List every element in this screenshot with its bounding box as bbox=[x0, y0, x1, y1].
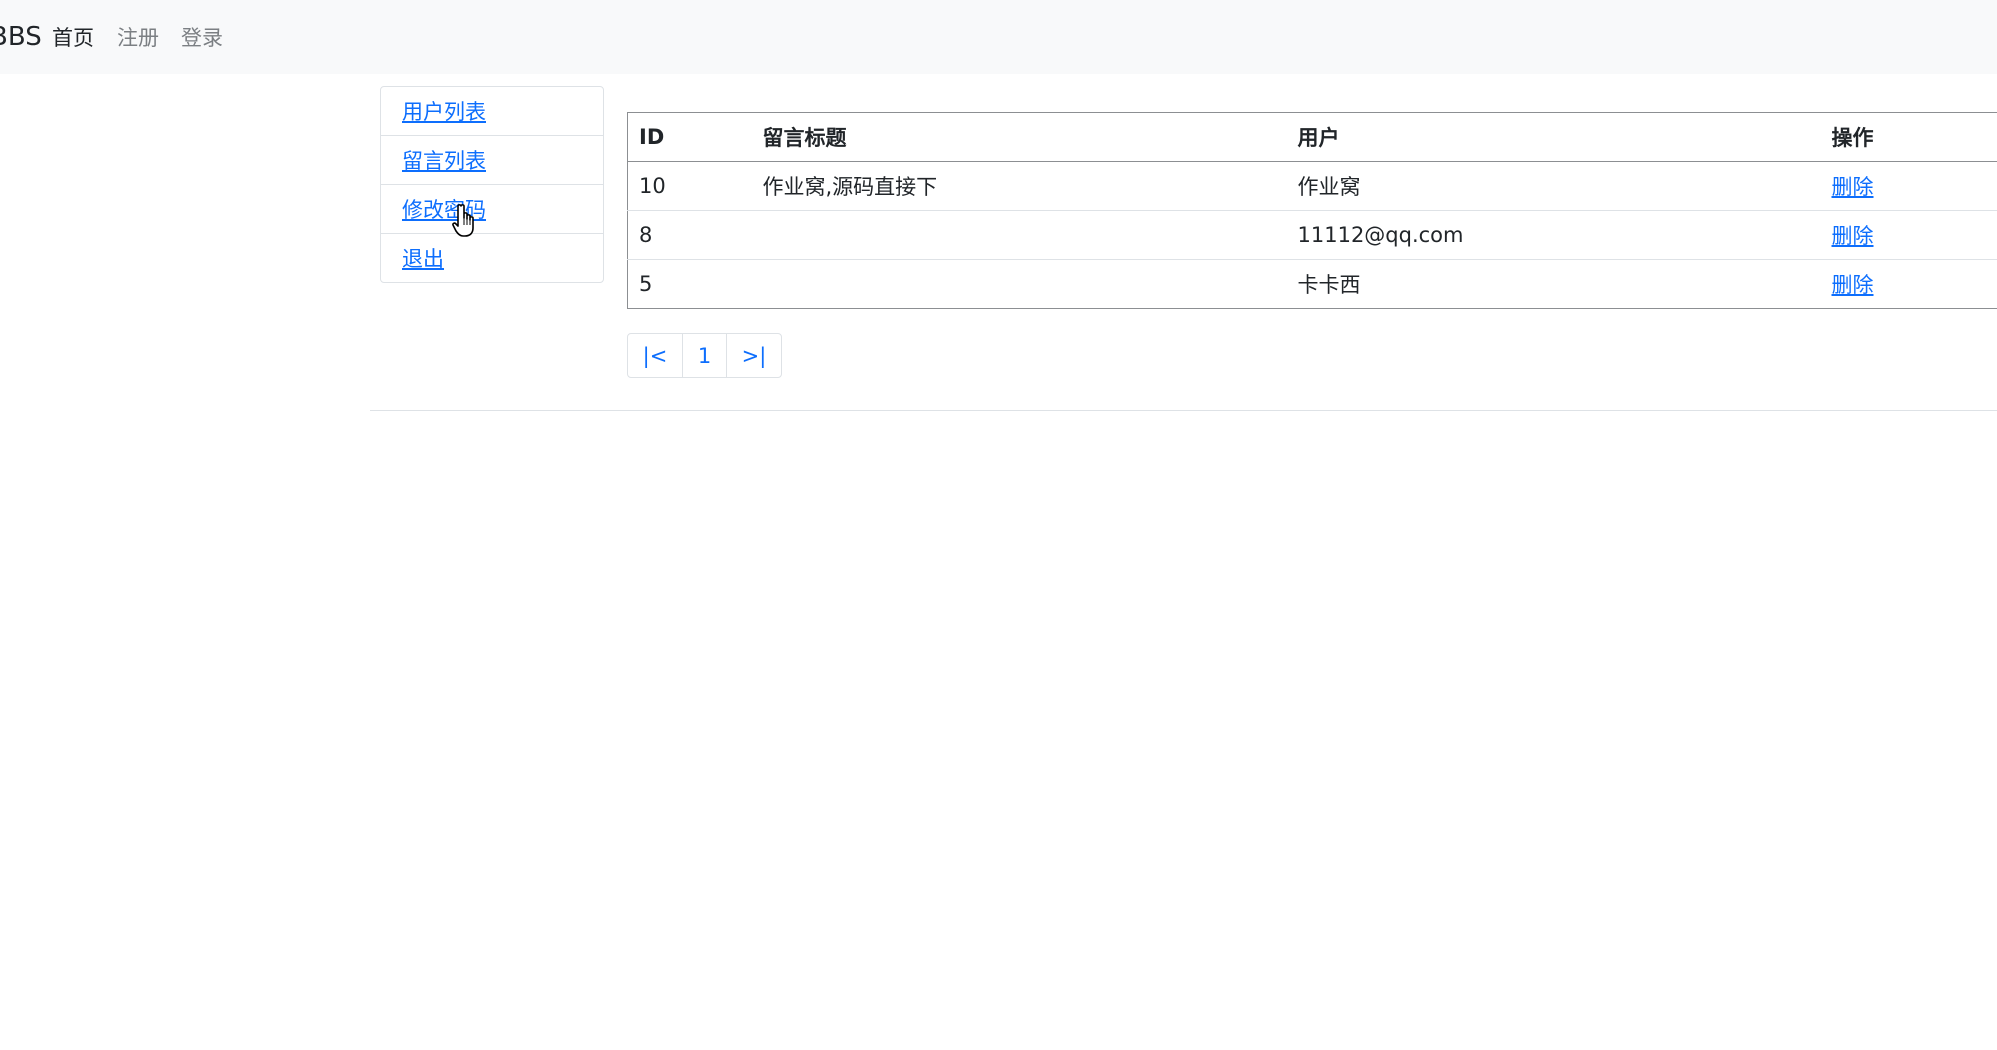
cell-id: 8 bbox=[627, 210, 752, 260]
header-id: ID bbox=[627, 112, 752, 162]
sidebar-link-logout[interactable]: 退出 bbox=[402, 243, 444, 273]
table-row: 10 作业窝,源码直接下 作业窝 删除 bbox=[627, 161, 1997, 211]
pagination: |< 1 >| bbox=[627, 333, 782, 378]
cell-user: 卡卡西 bbox=[1286, 259, 1821, 309]
header-action: 操作 bbox=[1820, 112, 1997, 162]
sidebar-item-user-list: 用户列表 bbox=[381, 87, 603, 136]
cell-id: 10 bbox=[627, 161, 752, 211]
nav-link-login[interactable]: 登录 bbox=[181, 24, 223, 52]
sidebar-link-change-password[interactable]: 修改密码 bbox=[402, 194, 486, 224]
brand-logo[interactable]: BBS bbox=[0, 21, 42, 53]
cell-title bbox=[751, 210, 1287, 260]
pagination-last-button[interactable]: >| bbox=[727, 334, 781, 377]
sidebar-link-user-list[interactable]: 用户列表 bbox=[402, 96, 486, 126]
pagination-page-1[interactable]: 1 bbox=[683, 334, 727, 377]
delete-link[interactable]: 删除 bbox=[1832, 273, 1874, 297]
pagination-first-button[interactable]: |< bbox=[628, 334, 683, 377]
table-row: 5 卡卡西 删除 bbox=[627, 259, 1997, 309]
nav-link-home[interactable]: 首页 bbox=[52, 24, 94, 52]
sidebar-link-message-list[interactable]: 留言列表 bbox=[402, 145, 486, 175]
sidebar-item-message-list: 留言列表 bbox=[381, 136, 603, 185]
table-row: 8 11112@qq.com 删除 bbox=[627, 210, 1997, 260]
nav-link-register[interactable]: 注册 bbox=[117, 24, 159, 52]
sidebar-menu: 用户列表 留言列表 修改密码 退出 bbox=[380, 86, 604, 283]
content-divider bbox=[370, 410, 1997, 411]
cell-action: 删除 bbox=[1820, 259, 1997, 309]
cell-action: 删除 bbox=[1820, 210, 1997, 260]
cell-user: 作业窝 bbox=[1286, 161, 1821, 211]
navbar: BBS 首页 注册 登录 bbox=[0, 0, 1997, 74]
cell-id: 5 bbox=[627, 259, 752, 309]
header-user: 用户 bbox=[1286, 112, 1821, 162]
cell-title: 作业窝,源码直接下 bbox=[751, 161, 1287, 211]
message-table: ID 留言标题 用户 操作 10 作业窝,源码直接下 作业窝 删除 8 1111… bbox=[627, 112, 1997, 309]
cell-title bbox=[751, 259, 1287, 309]
cell-action: 删除 bbox=[1820, 161, 1997, 211]
sidebar-item-change-password: 修改密码 bbox=[381, 185, 603, 234]
sidebar-item-logout: 退出 bbox=[381, 234, 603, 282]
delete-link[interactable]: 删除 bbox=[1832, 175, 1874, 199]
delete-link[interactable]: 删除 bbox=[1832, 224, 1874, 248]
message-table-container: ID 留言标题 用户 操作 10 作业窝,源码直接下 作业窝 删除 8 1111… bbox=[627, 112, 1997, 309]
table-header-row: ID 留言标题 用户 操作 bbox=[627, 112, 1997, 162]
header-title: 留言标题 bbox=[751, 112, 1287, 162]
cell-user: 11112@qq.com bbox=[1286, 210, 1821, 260]
